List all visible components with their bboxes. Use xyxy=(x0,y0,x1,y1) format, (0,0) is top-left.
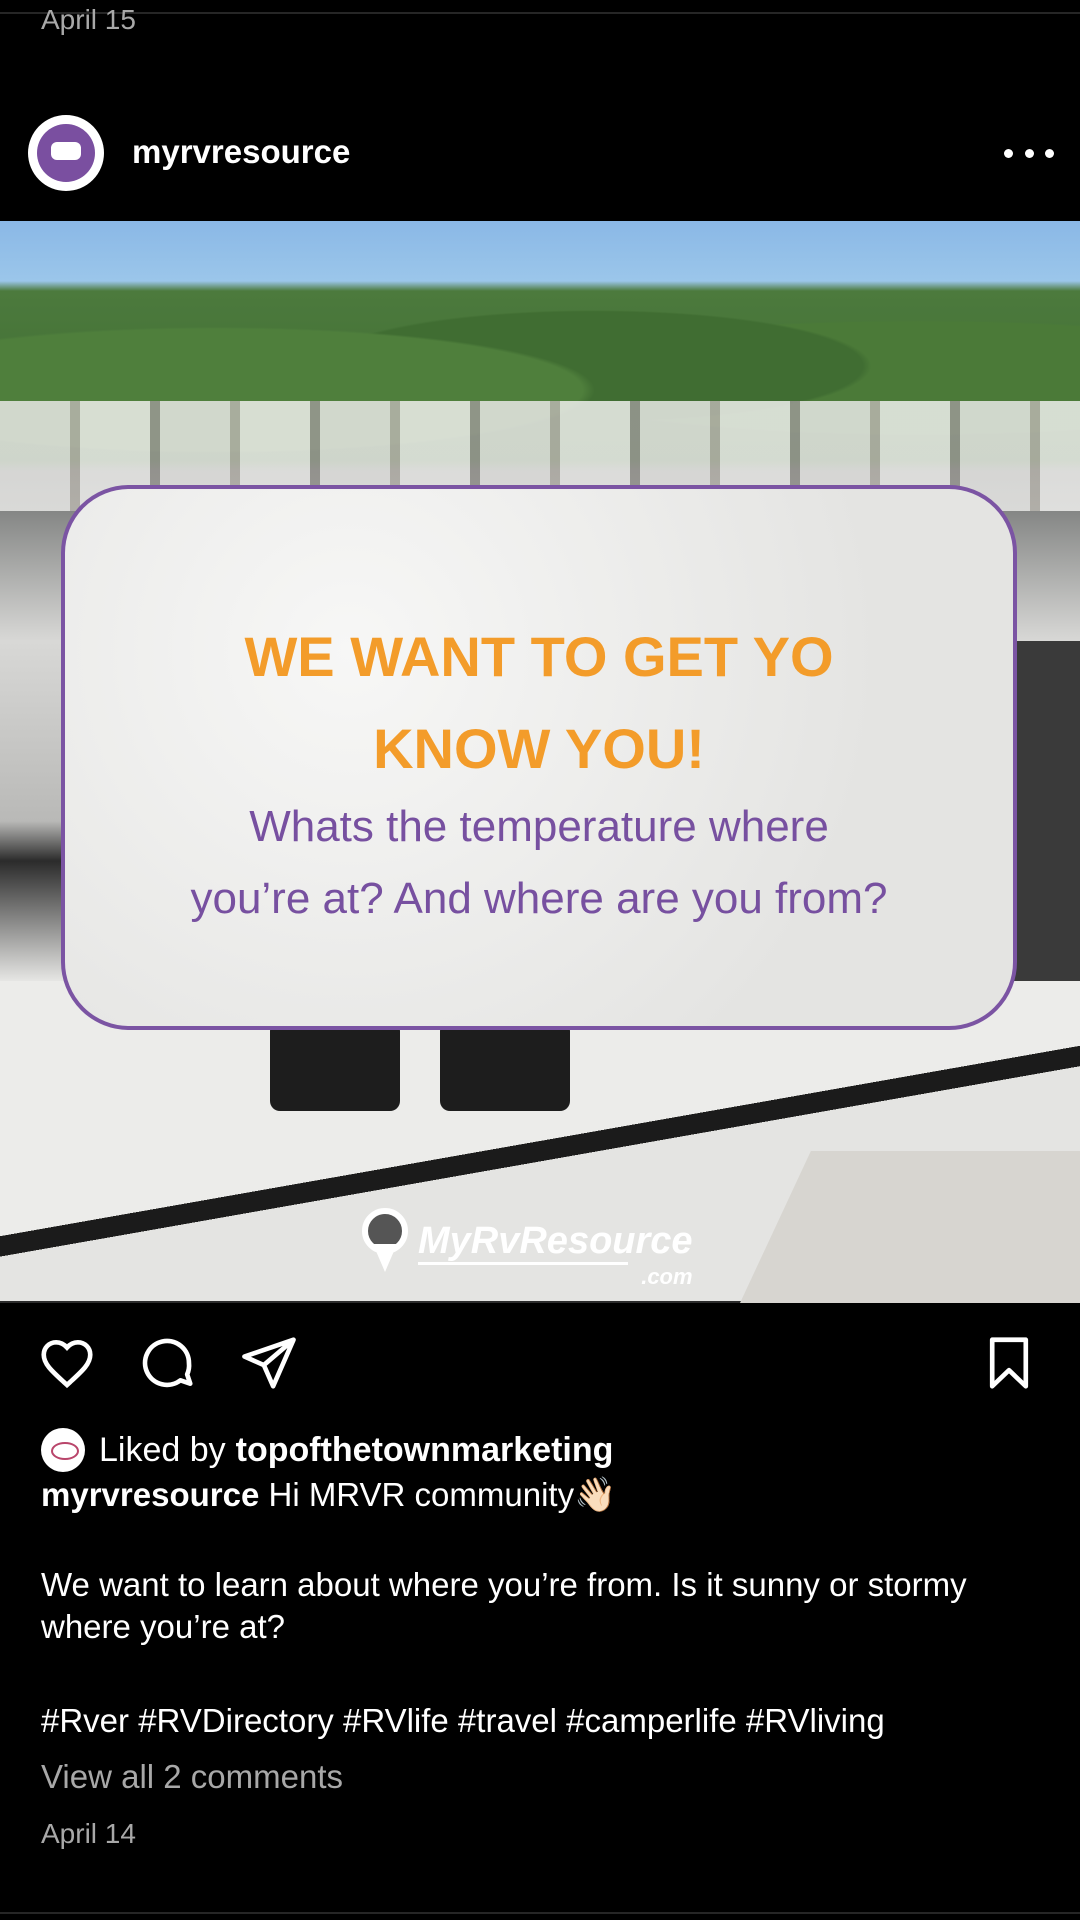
caption-username[interactable]: myrvresource xyxy=(41,1476,259,1513)
post-actions xyxy=(0,1332,1080,1394)
view-all-comments-link[interactable]: View all 2 comments xyxy=(41,1758,343,1796)
liker-avatar xyxy=(41,1428,85,1472)
comment-icon[interactable] xyxy=(136,1332,198,1394)
caption-body: We want to learn about where you’re from… xyxy=(41,1566,967,1645)
more-options-icon[interactable] xyxy=(1004,135,1054,171)
bottom-divider xyxy=(0,1912,1080,1914)
post-header: myrvresource xyxy=(0,113,1080,193)
post-date: April 14 xyxy=(41,1818,136,1849)
liked-by-row[interactable]: Liked by topofthetownmarketing xyxy=(41,1428,613,1472)
profile-avatar[interactable] xyxy=(28,115,104,191)
top-divider xyxy=(0,12,1080,14)
brand-name: MyRvResource xyxy=(418,1219,693,1262)
post-image[interactable]: WE WANT TO GET YO KNOW YOU! Whats the te… xyxy=(0,221,1080,1303)
bookmark-icon[interactable] xyxy=(978,1332,1040,1394)
liked-by-username[interactable]: topofthetownmarketing xyxy=(236,1431,614,1470)
location-pin-icon xyxy=(360,1208,410,1274)
previous-post-date: April 15 xyxy=(41,4,136,35)
card-subtext: Whats the temperature where you’re at? A… xyxy=(190,802,888,923)
wave-emoji: 👋🏻 xyxy=(574,1476,617,1514)
brand-domain: .com xyxy=(641,1263,693,1289)
liked-prefix: Liked by xyxy=(99,1430,226,1469)
brand-watermark: MyRvResource .com xyxy=(360,1201,693,1289)
trailer-window xyxy=(440,1021,570,1111)
send-icon[interactable] xyxy=(238,1332,300,1394)
card-headline: WE WANT TO GET YO KNOW YOU! xyxy=(244,625,834,780)
question-card: WE WANT TO GET YO KNOW YOU! Whats the te… xyxy=(61,485,1017,1030)
heart-icon[interactable] xyxy=(36,1332,98,1394)
caption-hashtags[interactable]: #Rver #RVDirectory #RVlife #travel #camp… xyxy=(41,1700,885,1742)
post-username[interactable]: myrvresource xyxy=(132,133,350,171)
trailer-window xyxy=(270,1021,400,1111)
post-caption: myrvresource Hi MRVR community👋🏻 We want… xyxy=(41,1474,1041,1648)
caption-first-line: Hi MRVR community xyxy=(268,1476,575,1513)
avatar-logo xyxy=(37,124,95,182)
